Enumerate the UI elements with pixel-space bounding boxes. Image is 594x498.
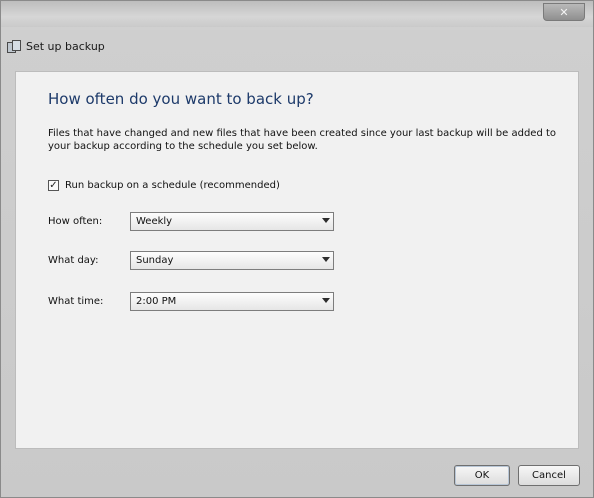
schedule-checkbox[interactable]: ✓	[48, 180, 59, 191]
window-title: Set up backup	[26, 39, 105, 53]
what-day-value: Sunday	[136, 255, 174, 266]
content-panel: How often do you want to back up? Files …	[15, 71, 579, 449]
what-day-label: What day:	[48, 255, 99, 266]
how-often-select[interactable]: Weekly	[130, 212, 334, 231]
dialog-footer: OK Cancel	[2, 449, 594, 497]
page-heading: How often do you want to back up?	[48, 90, 314, 108]
schedule-checkbox-row[interactable]: ✓ Run backup on a schedule (recommended)	[48, 180, 280, 191]
close-button[interactable]: ✕	[543, 3, 585, 21]
schedule-checkbox-label[interactable]: Run backup on a schedule (recommended)	[65, 180, 280, 191]
how-often-row: How often: Weekly	[48, 212, 334, 231]
what-time-label: What time:	[48, 296, 104, 307]
backup-app-icon	[7, 40, 21, 53]
chevron-down-icon	[322, 218, 330, 223]
chevron-down-icon	[322, 257, 330, 262]
close-icon: ✕	[559, 6, 569, 19]
what-time-select[interactable]: 2:00 PM	[130, 292, 334, 311]
dialog-window: ✕ Set up backup How often do you want to…	[0, 0, 594, 498]
ok-button[interactable]: OK	[454, 465, 510, 486]
how-often-value: Weekly	[136, 216, 173, 227]
what-day-row: What day: Sunday	[48, 251, 334, 270]
how-often-label: How often:	[48, 216, 103, 227]
page-description: Files that have changed and new files th…	[48, 128, 557, 152]
what-time-value: 2:00 PM	[136, 296, 177, 307]
what-day-select[interactable]: Sunday	[130, 251, 334, 270]
what-time-row: What time: 2:00 PM	[48, 292, 334, 311]
navigation-bar: Set up backup	[7, 33, 105, 59]
cancel-button[interactable]: Cancel	[518, 465, 580, 486]
chevron-down-icon	[322, 298, 330, 303]
title-bar: ✕	[1, 1, 593, 27]
